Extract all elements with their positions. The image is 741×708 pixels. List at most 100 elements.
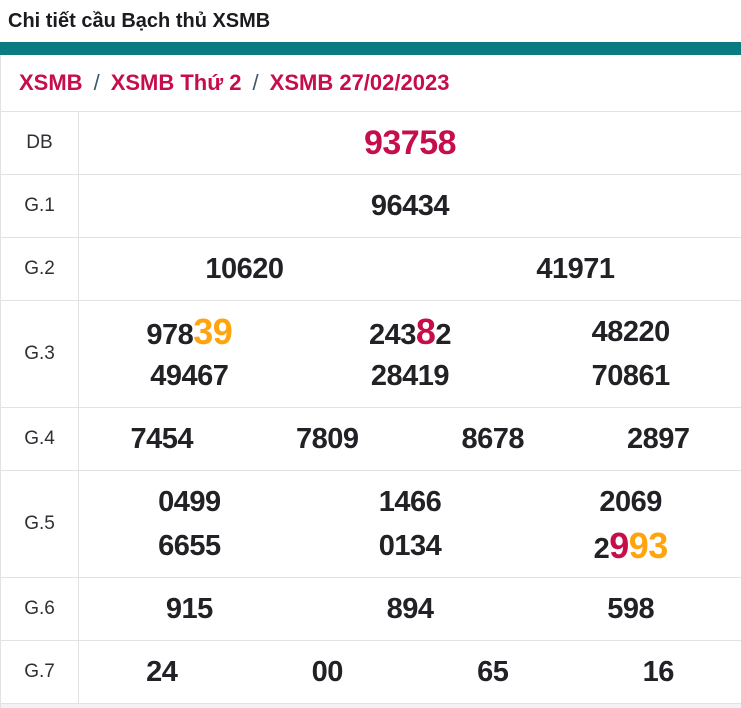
result-row-g2: G.2 10620 41971 [1,237,741,300]
result-number: 2069 [520,486,741,519]
number-line: 7454 7809 8678 2897 [79,417,741,461]
result-number: 8678 [410,423,576,456]
result-number: 70861 [520,360,741,393]
highlight-digit-crimson: 8 [416,311,436,353]
digit-segment: 2 [594,533,610,566]
breadcrumb-separator: / [94,70,100,96]
digit-segment: 2 [435,319,451,352]
digit-segment: 41971 [536,253,614,286]
digit-segment: 8678 [461,423,524,456]
result-number: 24 [79,656,245,689]
digit-segment: 1466 [379,486,442,519]
digit-segment: 48220 [592,316,670,349]
digit-segment: 2069 [599,486,662,519]
digit-segment: 70861 [592,360,670,393]
result-row-g7: G.7 24 00 65 16 [1,640,741,703]
digit-segment: 96434 [371,190,449,223]
content-panel: XSMB / XSMB Thứ 2 / XSMB 27/02/2023 DB 93758 G… [0,55,741,708]
digit-segment: 10620 [205,253,283,286]
prize-label-g6: G.6 [1,578,79,640]
prize-numbers-g5: 0499 1466 2069 6655 0134 2993 [79,471,741,577]
digit-segment: 598 [607,593,654,626]
number-line: 978392438248220 [79,310,741,354]
prize-numbers-db: 93758 [79,112,741,174]
digit-segment: 24 [146,656,177,689]
result-number: 16 [576,656,741,689]
page: Chi tiết cầu Bạch thủ XSMB XSMB / XSMB Thứ… [0,0,741,708]
result-number: 0499 [79,486,300,519]
number-line: 6655 0134 2993 [79,524,741,568]
digit-segment: 16 [643,656,674,689]
result-row-g4: G.4 7454 7809 8678 2897 [1,407,741,470]
result-number: 93758 [79,124,741,163]
highlight-digit-crimson: 9 [609,525,629,567]
prize-label-g1: G.1 [1,175,79,237]
number-line: 93758 [79,121,741,165]
prize-label-g2: G.2 [1,238,79,300]
result-number: 1466 [300,486,521,519]
prize-label-g3: G.3 [1,301,79,407]
result-number: 6655 [79,530,300,563]
result-number: 97839 [79,311,300,353]
number-line: 49467 28419 70861 [79,354,741,398]
digit-segment: 6655 [158,530,221,563]
prize-label-g7: G.7 [1,641,79,703]
digit-segment: 915 [166,593,213,626]
accent-bar [0,42,741,55]
digit-segment: 0134 [379,530,442,563]
result-number: 41971 [410,253,741,286]
result-number: 0134 [300,530,521,563]
number-line: 10620 41971 [79,247,741,291]
result-number: 65 [410,656,576,689]
prize-numbers-g4: 7454 7809 8678 2897 [79,408,741,470]
digit-segment: 2897 [627,423,690,456]
results-table: DB93758G.196434G.21062041971G.3978392438… [1,111,741,703]
result-number: 24382 [300,311,521,353]
result-row-g6: G.6 915 894 598 [1,577,741,640]
prize-label-g4: G.4 [1,408,79,470]
number-line: 24 00 65 16 [79,650,741,694]
digit-segment: 7809 [296,423,359,456]
number-line: 0499 1466 2069 [79,480,741,524]
result-number: 894 [300,593,521,626]
result-number: 28419 [300,360,521,393]
digit-segment: 0499 [158,486,221,519]
digit-segment: 28419 [371,360,449,393]
number-line: 96434 [79,184,741,228]
result-number: 2897 [576,423,741,456]
prize-numbers-g3: 978392438248220494672841970861 [79,301,741,407]
prize-numbers-g7: 24 00 65 16 [79,641,741,703]
prize-label-g5: G.5 [1,471,79,577]
result-number: 00 [245,656,411,689]
result-number: 10620 [79,253,410,286]
digit-segment: 00 [312,656,343,689]
result-number: 49467 [79,360,300,393]
prize-label-db: DB [1,112,79,174]
result-row-db: DB 93758 [1,111,741,174]
digit-segment: 65 [477,656,508,689]
digit-segment: 243 [369,319,416,352]
result-number: 96434 [79,190,741,223]
digit-segment: 978 [146,319,193,352]
digit-segment: 894 [387,593,434,626]
breadcrumb-separator: / [253,70,259,96]
breadcrumb-link-2[interactable]: XSMB Thứ 2 [111,70,242,96]
result-number: 48220 [520,316,741,349]
digit-segment: 49467 [150,360,228,393]
result-number: 7454 [79,423,245,456]
digit-segment: 7454 [130,423,193,456]
page-title: Chi tiết cầu Bạch thủ XSMB [0,0,741,33]
result-row-g3: G.3978392438248220494672841970861 [1,300,741,407]
result-number: 915 [79,593,300,626]
prize-numbers-g1: 96434 [79,175,741,237]
highlight-digit-jackpot: 93758 [364,124,456,163]
highlight-digit-orange: 39 [193,311,232,353]
result-number: 7809 [245,423,411,456]
result-row-g1: G.1 96434 [1,174,741,237]
result-number: 598 [520,593,741,626]
result-number: 2993 [520,525,741,567]
breadcrumb: XSMB / XSMB Thứ 2 / XSMB 27/02/2023 [1,55,741,111]
breadcrumb-link-3[interactable]: XSMB 27/02/2023 [270,70,450,96]
prize-numbers-g2: 10620 41971 [79,238,741,300]
breadcrumb-link-1[interactable]: XSMB [19,70,83,96]
